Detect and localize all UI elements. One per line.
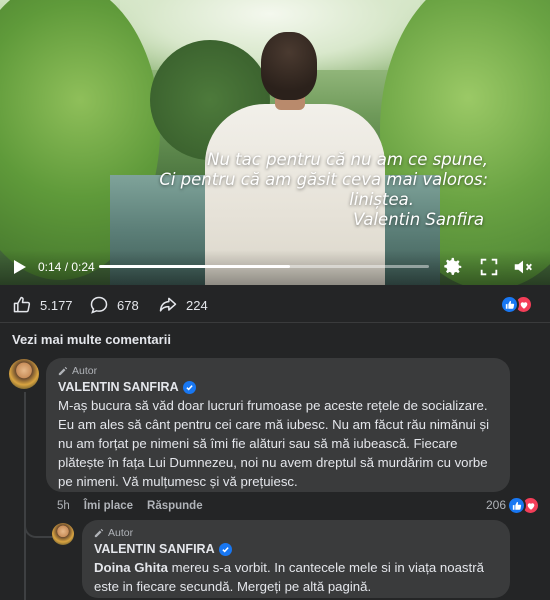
thumbs-up-icon: [13, 296, 31, 313]
comment-reaction-badges[interactable]: [507, 496, 541, 515]
video-time: 0:14 / 0:24: [38, 260, 95, 274]
video-player[interactable]: Nu tac pentru că nu am ce spune, Ci pent…: [0, 0, 550, 285]
like-comment-button[interactable]: Îmi place: [84, 500, 133, 512]
comment-text: M-aș bucura să văd doar lucruri frumoase…: [58, 398, 489, 489]
quote-line: liniștea.: [349, 190, 414, 209]
share-stat[interactable]: 224: [158, 295, 208, 315]
pencil-icon: [58, 366, 68, 376]
author-badge-label: Autor: [72, 365, 98, 377]
reaction-badges[interactable]: [500, 295, 536, 315]
quote-line: Ci pentru că am găsit ceva mai valoros:: [159, 170, 488, 189]
reply-author[interactable]: VALENTIN SANFIRA: [94, 542, 498, 556]
post-stats-bar: 5.177 678 224: [0, 285, 550, 323]
volume-icon[interactable]: [512, 256, 534, 278]
avatar[interactable]: [9, 359, 39, 389]
author-badge: Autor: [58, 364, 498, 378]
pencil-icon: [94, 528, 104, 538]
avatar[interactable]: [52, 523, 74, 545]
thread-connector: [24, 510, 54, 538]
reply-button[interactable]: Răspunde: [147, 500, 203, 512]
comment-author-name[interactable]: VALENTIN SANFIRA: [58, 380, 179, 394]
quote-line: Nu tac pentru că nu am ce spune,: [207, 150, 488, 169]
like-reaction-icon: [507, 496, 526, 515]
author-badge-label: Autor: [108, 527, 134, 539]
reply-text: Doina Ghita mereu s-a vorbit. In cantece…: [94, 558, 498, 596]
play-icon[interactable]: [10, 258, 28, 276]
comment-author[interactable]: VALENTIN SANFIRA: [58, 380, 498, 394]
verified-badge-icon: [218, 542, 232, 556]
video-progress-fill: [99, 265, 291, 268]
video-person-head: [261, 32, 317, 100]
mention-link[interactable]: Doina Ghita: [94, 560, 168, 575]
video-quote-overlay: Nu tac pentru că nu am ce spune, Ci pent…: [128, 150, 488, 230]
video-progress-bar[interactable]: [99, 265, 429, 268]
reply-bubble: Autor VALENTIN SANFIRA Doina Ghita mereu…: [82, 520, 510, 598]
settings-gear-icon[interactable]: [442, 256, 464, 278]
author-badge: Autor: [94, 526, 498, 540]
comment-actions: 5h Îmi place Răspunde: [57, 500, 203, 512]
comment-stat[interactable]: 678: [89, 295, 139, 315]
comment-age[interactable]: 5h: [57, 500, 70, 512]
comment-bubble: Autor VALENTIN SANFIRA M-aș bucura să vă…: [46, 358, 510, 492]
thread-line: [24, 392, 26, 600]
quote-author: Valentin Sanfira: [353, 210, 484, 229]
like-reaction-icon: [500, 295, 519, 314]
comment-reaction-count[interactable]: 206: [486, 498, 506, 512]
reply-author-name[interactable]: VALENTIN SANFIRA: [94, 542, 215, 556]
like-count: 5.177: [40, 297, 73, 313]
share-arrow-icon: [159, 297, 177, 312]
comment-count: 678: [117, 297, 139, 313]
view-more-comments-link[interactable]: Vezi mai multe comentarii: [12, 332, 171, 347]
like-stat[interactable]: 5.177: [12, 295, 73, 315]
verified-badge-icon: [182, 380, 196, 394]
fullscreen-icon[interactable]: [478, 256, 500, 278]
share-count: 224: [186, 297, 208, 313]
comment-bubble-icon: [90, 296, 108, 314]
